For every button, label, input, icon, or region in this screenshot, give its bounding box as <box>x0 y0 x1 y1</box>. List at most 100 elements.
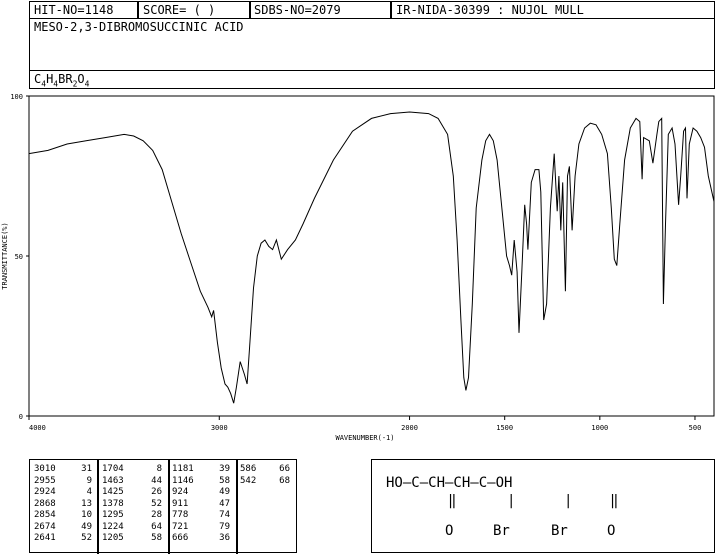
peak-table-row: 778 74 <box>172 510 230 522</box>
peak-transmittance: 79 <box>219 521 230 532</box>
peak-table-row: 1224 64 <box>102 522 162 534</box>
peak-table-row: 721 79 <box>172 522 230 534</box>
y-axis-label: TRANSMITTANCE(%) <box>1 222 9 289</box>
x-tick-label: 3000 <box>211 424 228 432</box>
spectrum-series-line <box>28 111 715 404</box>
structure-br1: Br <box>493 523 510 539</box>
peak-table-row: 2854 10 <box>34 510 92 522</box>
peak-transmittance: 66 <box>279 464 290 474</box>
peak-transmittance: 8 <box>156 464 162 474</box>
x-tick-label: 2000 <box>401 424 418 432</box>
peak-transmittance: 31 <box>81 464 92 474</box>
peak-wavenumber: 2924 <box>34 487 56 497</box>
peak-wavenumber: 1463 <box>102 475 124 486</box>
plot-frame <box>28 95 715 417</box>
peak-table-row: 666 36 <box>172 533 230 545</box>
structure-box <box>371 459 715 553</box>
y-tick-label: 100 <box>10 93 23 101</box>
x-tick-label: 1000 <box>591 424 608 432</box>
peak-table-row: 2955 9 <box>34 476 92 488</box>
peak-wavenumber: 586 <box>240 464 257 474</box>
structure-bond-o2: ‖ <box>610 493 619 509</box>
peak-wavenumber: 924 <box>172 487 189 497</box>
ir-spectrum-chart: 4000 3000 2000 1500 1000 500 0 50 100 WAVENUMBE… <box>1 93 715 442</box>
peak-transmittance: 36 <box>219 533 230 543</box>
peak-transmittance: 49 <box>219 487 230 497</box>
peak-table-row: 2641 52 <box>34 533 92 545</box>
peak-transmittance: 10 <box>81 510 92 520</box>
peak-transmittance: 64 <box>151 521 162 532</box>
peak-table-divider-2 <box>168 460 170 554</box>
peak-wavenumber: 721 <box>172 521 189 532</box>
peak-transmittance: 13 <box>81 498 92 509</box>
x-axis-label: WAVENUMBER(-1) <box>335 434 394 442</box>
peak-transmittance: 49 <box>81 521 92 532</box>
peak-transmittance: 74 <box>219 510 230 520</box>
peak-wavenumber: 778 <box>172 510 189 520</box>
peak-table-row: 1378 52 <box>102 499 162 511</box>
peak-table-row: 3010 31 <box>34 464 92 476</box>
x-tick-label: 4000 <box>29 424 46 432</box>
peak-table-row: 2924 4 <box>34 487 92 499</box>
structure-bond-o1: ‖ <box>448 493 457 509</box>
peak-wavenumber: 1205 <box>102 533 124 543</box>
peak-wavenumber: 1704 <box>102 464 124 474</box>
peak-transmittance: 39 <box>219 464 230 474</box>
peak-transmittance: 47 <box>219 498 230 509</box>
structure-bond-br2: | <box>564 493 573 509</box>
peak-table-row: 1295 28 <box>102 510 162 522</box>
peak-wavenumber: 2641 <box>34 533 56 543</box>
peak-table-row: 1205 58 <box>102 533 162 545</box>
peak-transmittance: 9 <box>86 475 92 486</box>
peak-wavenumber: 3010 <box>34 464 56 474</box>
peak-wavenumber: 2674 <box>34 521 56 532</box>
peak-table-divider-1 <box>97 460 99 554</box>
peak-table-row: 1181 39 <box>172 464 230 476</box>
peak-wavenumber: 666 <box>172 533 189 543</box>
peak-table-row: 924 49 <box>172 487 230 499</box>
structure-o2: O <box>607 523 616 539</box>
peak-table-row: 586 66 <box>240 464 290 476</box>
peak-table-column: 1181 39 1146 58 924 49 911 47 778 74 721 79 666 36 <box>172 464 230 545</box>
peak-wavenumber: 1181 <box>172 464 194 474</box>
peak-transmittance: 52 <box>151 498 162 509</box>
peak-table-row: 911 47 <box>172 499 230 511</box>
peak-table-row: 542 68 <box>240 476 290 488</box>
peak-wavenumber: 1224 <box>102 521 124 532</box>
structure-o1: O <box>445 523 454 539</box>
peak-transmittance: 28 <box>151 510 162 520</box>
peak-table: 3010 31 2955 9 2924 4 2868 13 2854 10 2674 49 2641 52… <box>29 459 297 554</box>
peak-wavenumber: 1295 <box>102 510 124 520</box>
peak-table-column: 586 66 542 68 <box>240 464 290 487</box>
peak-wavenumber: 2868 <box>34 498 56 509</box>
peak-table-row: 1146 58 <box>172 476 230 488</box>
peak-transmittance: 26 <box>151 487 162 497</box>
peak-table-row: 1704 8 <box>102 464 162 476</box>
peak-wavenumber: 1425 <box>102 487 124 497</box>
peak-table-column: 3010 31 2955 9 2924 4 2868 13 2854 10 2674 49 2641 52 <box>34 464 92 545</box>
peak-transmittance: 52 <box>81 533 92 543</box>
peak-table-column: 1704 8 1463 44 1425 26 1378 52 1295 28 1224 64 1205 5… <box>102 464 162 545</box>
x-tick-label: 1500 <box>496 424 513 432</box>
peak-transmittance: 4 <box>86 487 92 497</box>
peak-table-row: 1463 44 <box>102 476 162 488</box>
peak-wavenumber: 1378 <box>102 498 124 509</box>
peak-table-divider-3 <box>236 460 238 554</box>
peak-table-row: 2674 49 <box>34 522 92 534</box>
structure-bond-br1: | <box>507 493 516 509</box>
structure-br2: Br <box>551 523 568 539</box>
peak-wavenumber: 911 <box>172 498 189 509</box>
peak-wavenumber: 1146 <box>172 475 194 486</box>
peak-wavenumber: 542 <box>240 475 257 486</box>
peak-transmittance: 58 <box>219 475 230 486</box>
x-tick-label: 500 <box>689 424 702 432</box>
peak-wavenumber: 2854 <box>34 510 56 520</box>
peak-table-row: 1425 26 <box>102 487 162 499</box>
y-tick-label: 50 <box>15 253 23 261</box>
y-tick-label: 0 <box>19 413 23 421</box>
structure-formula-line: HO—C—CH—CH—C—OH <box>386 475 513 491</box>
peak-transmittance: 68 <box>279 475 290 486</box>
peak-table-row: 2868 13 <box>34 499 92 511</box>
peak-transmittance: 44 <box>151 475 162 486</box>
peak-wavenumber: 2955 <box>34 475 56 486</box>
